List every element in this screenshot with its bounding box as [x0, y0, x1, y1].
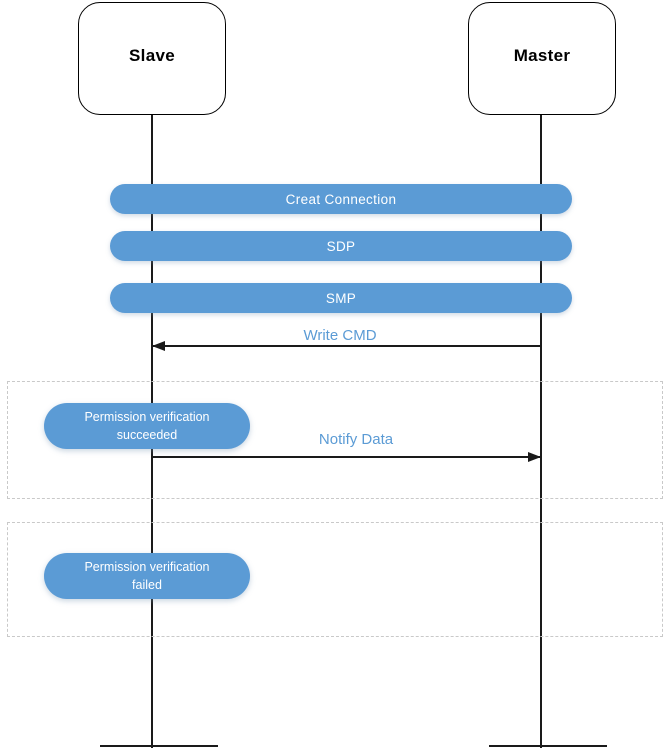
arrowhead-left-icon	[152, 340, 165, 351]
actor-box-master[interactable]: Master	[468, 2, 616, 115]
note-line-1: Permission verification	[84, 559, 210, 574]
actor-box-slave[interactable]: Slave	[78, 2, 226, 115]
lifeline-foot-master	[489, 745, 607, 748]
sequence-diagram-canvas: Slave Master Creat Connection SDP SMP Wr…	[0, 0, 672, 750]
note-line-2: succeeded	[116, 428, 178, 442]
phase-bar-creat-connection[interactable]: Creat Connection	[110, 184, 572, 214]
message-notify-data[interactable]	[152, 451, 541, 462]
phase-bar-smp[interactable]: SMP	[110, 283, 572, 313]
message-write-cmd[interactable]	[152, 340, 541, 351]
actor-label-slave: Slave	[129, 46, 175, 65]
phase-label-sdp: SDP	[326, 238, 356, 254]
message-line-notify-data	[152, 456, 541, 458]
message-line-write-cmd	[152, 345, 541, 347]
arrowhead-right-icon	[528, 451, 541, 462]
note-label-permission-succeeded: Permission verification succeeded	[70, 408, 223, 444]
message-label-write-cmd: Write CMD	[303, 327, 377, 344]
note-permission-failed[interactable]: Permission verification failed	[44, 553, 250, 599]
phase-label-creat-connection: Creat Connection	[285, 191, 397, 207]
phase-bar-sdp[interactable]: SDP	[110, 231, 572, 261]
note-line-1: Permission verification	[84, 409, 210, 424]
lifeline-foot-slave	[100, 745, 218, 748]
note-line-2: failed	[132, 578, 162, 592]
actor-label-master: Master	[513, 46, 571, 65]
phase-label-smp: SMP	[325, 290, 357, 306]
note-permission-succeeded[interactable]: Permission verification succeeded	[44, 403, 250, 449]
note-label-permission-failed: Permission verification failed	[70, 558, 223, 594]
